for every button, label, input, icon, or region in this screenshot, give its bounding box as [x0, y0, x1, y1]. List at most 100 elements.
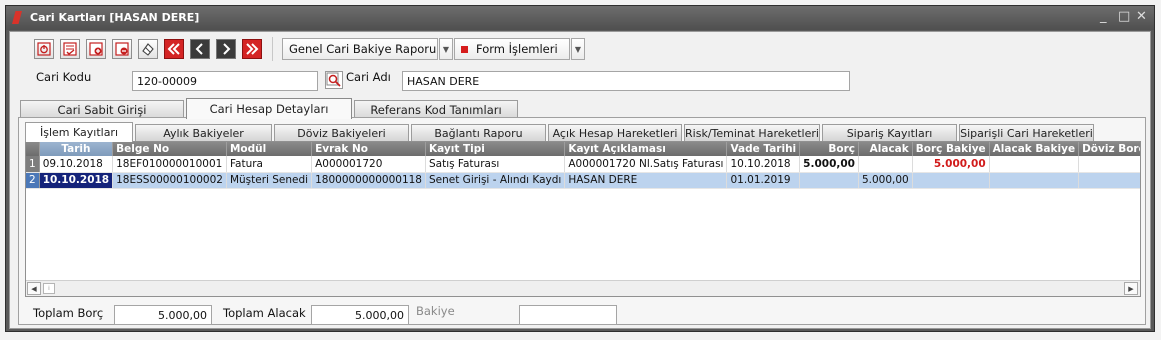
cell-tarih[interactable]: 09.10.2018 [39, 156, 114, 173]
column-header-kayit-aciklamasi[interactable]: Kayıt Açıklaması [564, 142, 728, 156]
next-record-button[interactable] [216, 39, 236, 59]
balance-field[interactable] [519, 305, 617, 325]
account-name-field[interactable]: HASAN DERE [402, 71, 850, 91]
tab-siparisli-cari-hareketleri[interactable]: Siparişli Cari Hareketleri [959, 124, 1094, 141]
column-header-borc[interactable]: Borç [799, 142, 859, 156]
column-header-belge-no[interactable]: Belge No [112, 142, 227, 156]
remove-record-icon [115, 42, 129, 56]
chevron-down-icon: ▼ [442, 44, 450, 54]
cell-kayit-tipi[interactable]: Satış Faturası [425, 156, 566, 173]
grip-icon: ⁞ [48, 285, 50, 292]
cell-belge-no[interactable]: 18EF010000010001 [112, 156, 227, 173]
column-header-borc-bakiye[interactable]: Borç Bakiye [912, 142, 990, 156]
total-debit-label: Toplam Borç [33, 306, 104, 320]
table-row-selected[interactable]: 2 10.10.2018 18ESS00000100002 Müşteri Se… [26, 172, 1140, 189]
tab-cari-hesap-detaylari[interactable]: Cari Hesap Detayları [186, 98, 352, 119]
column-header-doviz-borc[interactable]: Döviz Borç [1078, 142, 1140, 156]
cell-modul[interactable]: Fatura [226, 156, 313, 173]
report-dropdown-button[interactable]: ▼ [439, 38, 453, 60]
column-header-kayit-tipi[interactable]: Kayıt Tipi [425, 142, 566, 156]
tab-siparis-kayitlari[interactable]: Sipariş Kayıtları [822, 124, 957, 141]
account-header: Cari Kodu 120-00009 Cari Adı HASAN DERE [14, 66, 1144, 92]
add-record-icon [89, 42, 103, 56]
add-record-button[interactable] [86, 39, 106, 59]
tab-islem-kayitlari[interactable]: İşlem Kayıtları [25, 122, 133, 142]
tab-baglanti-raporu[interactable]: Bağlantı Raporu [411, 124, 546, 141]
column-header-alacak-bakiye[interactable]: Alacak Bakiye [989, 142, 1080, 156]
general-balance-report-button[interactable]: Genel Cari Bakiye Raporu [282, 38, 438, 60]
cell-alacak-bakiye[interactable] [989, 156, 1080, 173]
previous-record-button[interactable] [190, 39, 210, 59]
account-code-label: Cari Kodu [36, 70, 92, 84]
cell-evrak-no[interactable]: 1800000000000118 [311, 172, 426, 189]
last-record-button[interactable] [242, 39, 262, 59]
chevron-right-icon: ▶ [1128, 284, 1134, 293]
sub-tabs: İşlem Kayıtları Aylık Bakiyeler Döviz Ba… [25, 122, 1140, 142]
window-titlebar[interactable]: Cari Kartları [HASAN DERE] _ □ ✕ [6, 6, 1154, 30]
account-details-panel: İşlem Kayıtları Aylık Bakiyeler Döviz Ba… [18, 117, 1146, 325]
column-header-alacak[interactable]: Alacak [858, 142, 913, 156]
balance-label: Bakiye [416, 304, 455, 318]
column-header-rownum [26, 142, 40, 156]
cell-doviz-borc[interactable] [1078, 156, 1140, 173]
cell-vade-tarihi[interactable]: 10.10.2018 [726, 156, 801, 173]
table-row[interactable]: 1 09.10.2018 18EF010000010001 Fatura A00… [26, 156, 1140, 173]
column-header-modul[interactable]: Modül [226, 142, 313, 156]
maximize-button[interactable]: □ [1118, 9, 1130, 24]
scroll-right-button[interactable]: ▶ [1124, 282, 1138, 295]
total-credit-label: Toplam Alacak [223, 306, 306, 320]
account-code-field[interactable]: 120-00009 [132, 71, 318, 91]
tab-referans-kod-tanimlari[interactable]: Referans Kod Tanımları [354, 100, 518, 118]
row-number: 2 [26, 172, 40, 189]
cell-doviz-borc[interactable] [1078, 172, 1140, 189]
total-credit-field[interactable]: 5.000,00 [311, 305, 409, 325]
eraser-icon [142, 43, 154, 56]
form-dropdown-button[interactable]: ▼ [571, 38, 585, 60]
cell-borc[interactable]: 5.000,00 [799, 156, 859, 173]
cell-vade-tarihi[interactable]: 01.01.2019 [726, 172, 801, 189]
account-search-button[interactable] [325, 71, 343, 89]
tab-risk-teminat-hareketleri[interactable]: Risk/Teminat Hareketleri [684, 124, 820, 141]
column-header-evrak-no[interactable]: Evrak No [311, 142, 426, 156]
cell-alacak-bakiye[interactable] [989, 172, 1080, 189]
column-header-tarih[interactable]: Tarih [39, 142, 114, 156]
cell-alacak[interactable] [858, 156, 913, 173]
remove-record-button[interactable] [112, 39, 132, 59]
account-name-label: Cari Adı [346, 70, 391, 84]
tab-aylik-bakiyeler[interactable]: Aylık Bakiyeler [135, 124, 272, 141]
tab-doviz-bakiyeleri[interactable]: Döviz Bakiyeleri [274, 124, 409, 141]
scrollbar-thumb[interactable]: ⁞ [43, 283, 55, 294]
toolbar: Genel Cari Bakiye Raporu ▼ Form İşlemler… [14, 37, 1144, 63]
main-tabs: Cari Sabit Girişi Cari Hesap Detayları R… [20, 98, 1150, 119]
cell-borc[interactable] [799, 172, 859, 189]
checklist-icon [63, 42, 77, 56]
cell-modul[interactable]: Müşteri Senedi [226, 172, 313, 189]
total-debit-field[interactable]: 5.000,00 [114, 305, 212, 325]
checklist-button[interactable] [60, 39, 80, 59]
cell-kayit-tipi[interactable]: Senet Girişi - Alındı Kaydı [425, 172, 566, 189]
window-client-area: Genel Cari Bakiye Raporu ▼ Form İşlemler… [9, 31, 1151, 329]
column-header-vade-tarihi[interactable]: Vade Tarihi [726, 142, 801, 156]
cell-borc-bakiye[interactable] [912, 172, 990, 189]
cell-evrak-no[interactable]: A000001720 [311, 156, 426, 173]
form-operations-button[interactable]: Form İşlemleri [454, 38, 570, 60]
cell-kayit-aciklamasi[interactable]: HASAN DERE [564, 172, 728, 189]
power-icon [37, 42, 51, 56]
transactions-grid[interactable]: Tarih Belge No Modül Evrak No Kayıt Tipi… [25, 141, 1141, 297]
tab-acik-hesap-hareketleri[interactable]: Açık Hesap Hareketleri [548, 124, 682, 141]
tab-cari-sabit-girisi[interactable]: Cari Sabit Girişi [20, 100, 184, 118]
cell-kayit-aciklamasi[interactable]: A000001720 Nl.Satış Faturası [564, 156, 728, 173]
power-button[interactable] [34, 39, 54, 59]
eraser-button[interactable] [138, 39, 158, 59]
horizontal-scrollbar[interactable]: ◀ ⁞ ▶ [26, 280, 1140, 296]
minimize-button[interactable]: _ [1100, 9, 1107, 24]
close-button[interactable]: ✕ [1136, 9, 1147, 24]
cell-tarih[interactable]: 10.10.2018 [39, 172, 114, 189]
next-record-icon [223, 43, 231, 55]
first-record-button[interactable] [164, 39, 184, 59]
cell-belge-no[interactable]: 18ESS00000100002 [112, 172, 227, 189]
scroll-left-button[interactable]: ◀ [27, 282, 41, 295]
cell-alacak[interactable]: 5.000,00 [858, 172, 913, 189]
cell-borc-bakiye[interactable]: 5.000,00 [912, 156, 990, 173]
form-operations-label: Form İşlemleri [476, 42, 558, 56]
